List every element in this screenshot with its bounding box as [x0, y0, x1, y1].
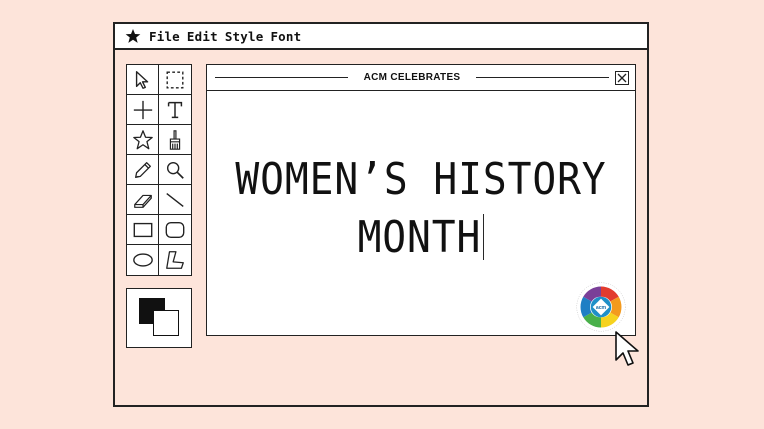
tool-crosshair[interactable]: [127, 95, 159, 125]
paint-app-window: File Edit Style Font ACM CELEBRATES WOME…: [113, 22, 649, 407]
star-shape-icon: [132, 129, 153, 149]
tool-text[interactable]: [159, 95, 191, 125]
toolbox: [126, 64, 192, 276]
headline-line-2: MONTH: [357, 212, 482, 263]
brush-icon: [169, 129, 181, 150]
menu-style[interactable]: Style: [225, 29, 264, 44]
tool-rounded-rectangle[interactable]: [159, 215, 191, 245]
tool-brush[interactable]: [159, 125, 191, 155]
menu-bar: File Edit Style Font: [115, 24, 647, 50]
tool-polygon[interactable]: [159, 245, 191, 275]
tool-line[interactable]: [159, 185, 191, 215]
eraser-icon: [133, 194, 152, 208]
line-icon: [166, 192, 184, 207]
titlebar-stripe-left: [215, 76, 348, 79]
tool-pencil[interactable]: [127, 155, 159, 185]
text-tool-icon: [167, 101, 183, 118]
marquee-select-icon: [166, 71, 184, 88]
tool-star-shape[interactable]: [127, 125, 159, 155]
pointer-icon: [135, 70, 148, 89]
pencil-icon: [134, 161, 151, 178]
rectangle-icon: [133, 222, 152, 237]
document-window: ACM CELEBRATES WOMEN’S HISTORY MONTH acm: [206, 64, 636, 336]
close-button[interactable]: [615, 70, 630, 85]
background-color-swatch[interactable]: [153, 310, 179, 336]
rounded-rectangle-icon: [165, 221, 185, 238]
close-icon: [617, 73, 627, 82]
color-selector[interactable]: [126, 288, 192, 348]
tool-eraser[interactable]: [127, 185, 159, 215]
acm-dei-logo: acm: [574, 280, 628, 334]
titlebar-stripe-right: [476, 76, 610, 79]
document-title: ACM CELEBRATES: [363, 72, 461, 83]
ellipse-icon: [132, 253, 153, 267]
mouse-cursor-icon: [615, 331, 639, 366]
star-icon[interactable]: [125, 28, 141, 44]
headline-line-1: WOMEN’S HISTORY: [235, 154, 607, 205]
menu-font[interactable]: Font: [270, 29, 301, 44]
magnifier-icon: [166, 161, 184, 179]
tool-ellipse[interactable]: [127, 245, 159, 275]
crosshair-icon: [133, 100, 152, 119]
tool-magnifier[interactable]: [159, 155, 191, 185]
logo-center-text: acm: [596, 305, 607, 311]
text-caret: [483, 214, 485, 260]
headline-text[interactable]: WOMEN’S HISTORY MONTH: [228, 151, 613, 267]
polygon-icon: [166, 251, 184, 269]
menu-edit[interactable]: Edit: [187, 29, 218, 44]
document-titlebar[interactable]: ACM CELEBRATES: [207, 65, 635, 91]
tool-rectangle[interactable]: [127, 215, 159, 245]
tool-pointer[interactable]: [127, 65, 159, 95]
tool-marquee[interactable]: [159, 65, 191, 95]
menu-file[interactable]: File: [149, 29, 180, 44]
